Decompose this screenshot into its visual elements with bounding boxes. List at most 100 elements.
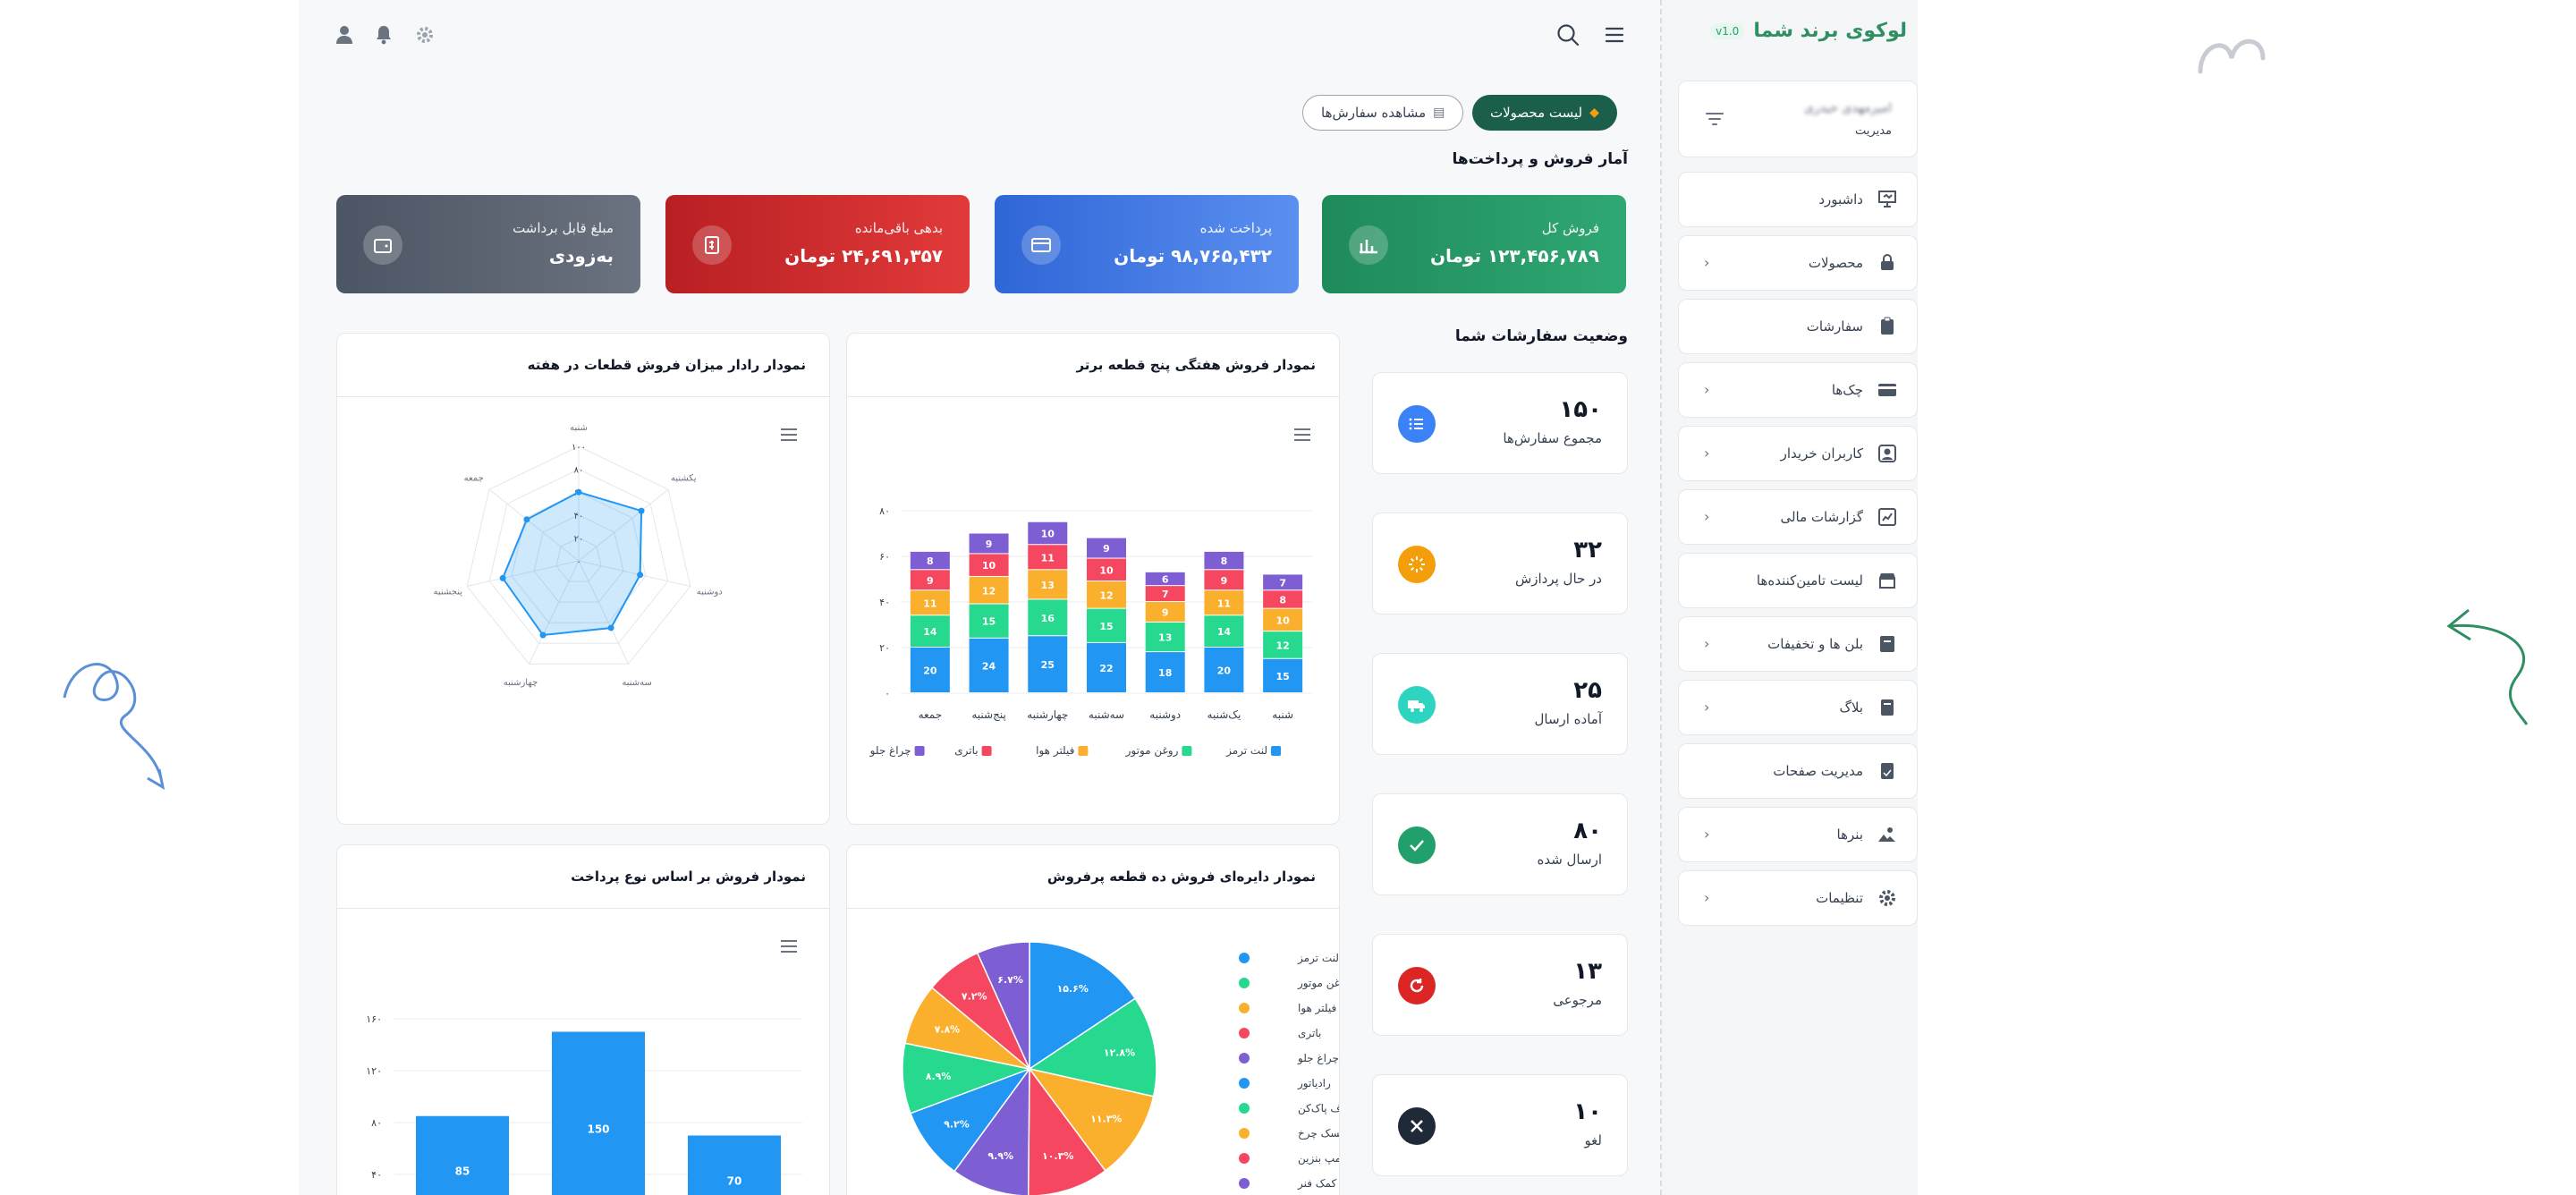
search-icon[interactable] [1553, 20, 1583, 50]
order-status-card[interactable]: ۱۳ مرجوعی [1372, 934, 1628, 1036]
report-icon [1876, 505, 1899, 529]
data-label: 8 [1279, 594, 1286, 606]
data-label: 13 [1041, 580, 1055, 591]
legend-swatch [1078, 746, 1089, 756]
data-label: 12 [1099, 589, 1113, 601]
order-status-card[interactable]: ۳۲ در حال پردازش [1372, 513, 1628, 614]
sidebar-item[interactable]: بلن ها و تخفیفات › [1678, 616, 1918, 672]
bell-icon[interactable] [369, 20, 399, 50]
data-label: 11 [1217, 598, 1231, 609]
radar-axis-label: یکشنبه [671, 473, 697, 483]
radar-point [638, 507, 645, 514]
sidebar-item[interactable]: بنرها › [1678, 807, 1918, 862]
lock-icon [1876, 251, 1899, 275]
sidebar-item-label: محصولات [1808, 255, 1863, 271]
product-list-button[interactable]: لیست محصولات ◆ [1472, 95, 1617, 131]
stat-card: پرداخت شده ۹۸,۷۶۵,۴۳۲ تومان [995, 195, 1299, 293]
stat-card: فروش کل ۱۲۳,۴۵۶,۷۸۹ تومان [1322, 195, 1626, 293]
data-label: 10 [982, 560, 996, 572]
sidebar-item[interactable]: داشبورد [1678, 172, 1918, 227]
sidebar-item[interactable]: لیست تامین‌کننده‌ها [1678, 553, 1918, 608]
data-label: 15 [1099, 621, 1113, 632]
data-label: 22 [1099, 663, 1113, 674]
spinner-icon [1398, 546, 1436, 583]
radar-axis-label: دوشنبه [697, 587, 723, 597]
sidebar-item[interactable]: بلاگ › [1678, 680, 1918, 735]
sidebar-item-label: سفارشات [1806, 318, 1863, 335]
data-label: 12 [1275, 640, 1289, 651]
truck-icon [1398, 686, 1436, 724]
order-status-label: در حال پردازش [1514, 571, 1602, 587]
user-icon[interactable] [329, 20, 360, 50]
data-label: 20 [923, 665, 937, 677]
stat-value: ۱۲۳,۴۵۶,۷۸۹ تومان [1429, 245, 1599, 267]
tag-icon [1876, 632, 1899, 656]
data-label: 70 [727, 1174, 742, 1187]
user-role: مدیریت [1855, 124, 1892, 138]
order-status-card[interactable]: ۸۰ ارسال شده [1372, 793, 1628, 895]
legend-label: رادیاتور [1297, 1077, 1331, 1090]
sidebar-item[interactable]: چک‌ها › [1678, 362, 1918, 418]
data-label: 10 [1041, 529, 1055, 540]
radar-axis-label: پنجشنبه [433, 587, 462, 597]
sidebar-item[interactable]: سفارشات [1678, 299, 1918, 354]
legend-swatch [981, 746, 992, 756]
legend-label: کمک فنر [1297, 1177, 1336, 1191]
payment-bar-chart-title: نمودار فروش بر اساس نوع پرداخت [571, 869, 806, 885]
gear-icon[interactable] [410, 20, 440, 50]
page-icon [1876, 759, 1899, 783]
radar-axis-label: سه‌شنبه [622, 678, 652, 688]
user-icon [1876, 442, 1899, 465]
x-tick-label: چهارشنبه [1027, 708, 1068, 722]
order-status-card[interactable]: ۲۵ آماده ارسال [1372, 653, 1628, 755]
brand-version: v1.0 [1710, 22, 1745, 39]
order-count: ۲۵ [1573, 677, 1602, 704]
sidebar-item-label: بلاگ [1839, 699, 1863, 716]
bar [416, 1115, 509, 1195]
y-tick-label: ۴۰ [879, 597, 890, 608]
legend-swatch [1239, 1028, 1250, 1038]
stat-card: مبلغ قابل برداشت به‌زودی [336, 195, 640, 293]
brand-logo[interactable]: لوکوی برند شما v1.0 [1710, 20, 1907, 42]
receipt-icon: ▤ [1433, 106, 1445, 120]
view-orders-button[interactable]: مشاهده سفارش‌ها ▤ [1302, 95, 1464, 131]
sidebar-item[interactable]: تنظیمات › [1678, 870, 1918, 926]
filter-icon[interactable] [1706, 112, 1724, 126]
sidebar-item[interactable]: گزارشات مالی › [1678, 489, 1918, 545]
user-card[interactable]: امیرمهدی حیدری مدیریت [1678, 81, 1918, 157]
chevron-right-icon: › [1704, 508, 1710, 525]
data-label: 10 [1275, 614, 1290, 626]
data-label: 85 [455, 1165, 470, 1177]
order-count: ۱۳ [1573, 958, 1602, 985]
payment-bar-chart-panel: نمودار فروش بر اساس نوع پرداخت ۰۴۰۸۰۱۲۰۱… [336, 844, 830, 1195]
sidebar-item-label: گزارشات مالی [1780, 509, 1863, 525]
data-label: 12 [982, 585, 996, 597]
data-label: 150 [587, 1123, 609, 1135]
brand-name: لوکوی برند شما [1753, 20, 1907, 42]
legend-swatch [914, 746, 925, 756]
sidebar: لوکوی برند شما v1.0 امیرمهدی حیدری مدیری… [1660, 0, 1918, 1195]
card-icon [1876, 378, 1899, 402]
stat-value: ۲۴,۶۹۱,۳۵۷ تومان [784, 245, 943, 267]
sidebar-item[interactable]: مدیریت صفحات [1678, 743, 1918, 799]
data-label: 25 [1041, 659, 1055, 671]
box-icon: ◆ [1589, 106, 1599, 120]
legend-label: لنت ترمز [1297, 952, 1339, 965]
hamburger-menu-icon[interactable] [1599, 20, 1630, 50]
top-right-curl-decoration [2198, 38, 2266, 74]
order-status-card[interactable]: ۱۰ لغو [1372, 1074, 1628, 1176]
radar-axis-label: چهارشنبه [504, 678, 538, 688]
sidebar-item-label: بنرها [1836, 826, 1863, 843]
sidebar-item[interactable]: محصولات › [1678, 235, 1918, 291]
data-label: 8 [927, 555, 934, 567]
left-squiggle-decoration [63, 663, 165, 790]
data-label: 13 [1158, 632, 1172, 644]
clipboard-icon [1876, 315, 1899, 338]
order-status-card[interactable]: ۱۵۰ مجموع سفارش‌ها [1372, 372, 1628, 474]
chevron-right-icon: › [1704, 445, 1710, 462]
sidebar-item[interactable]: کاربران خریدار › [1678, 426, 1918, 481]
pie-slice-label: ۷.۲% [962, 991, 987, 1003]
view-orders-button-label: مشاهده سفارش‌ها [1321, 105, 1427, 121]
data-label: 14 [1217, 626, 1232, 638]
data-label: 7 [1162, 589, 1169, 600]
